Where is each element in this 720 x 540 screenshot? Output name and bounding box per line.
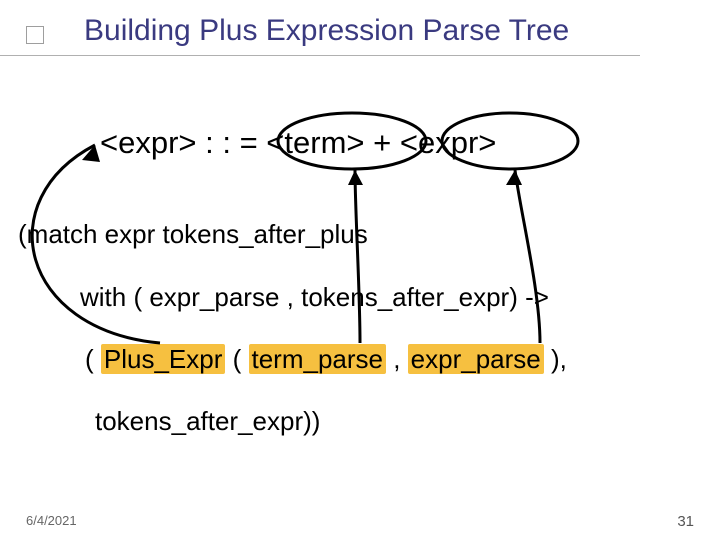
l3-close: ), [544, 344, 567, 374]
grammar-term: <term> [266, 125, 364, 160]
slide-title: Building Plus Expression Parse Tree [84, 14, 569, 47]
highlight-plus-expr: Plus_Expr [101, 344, 226, 374]
l3-sep1: ( [225, 344, 248, 374]
footer-date: 6/4/2021 [26, 513, 77, 528]
code-line-4: tokens_after_expr)) [95, 406, 320, 437]
highlight-term-parse: term_parse [249, 344, 387, 374]
grammar-op: : : = [197, 125, 267, 160]
annotation-overlay [0, 0, 720, 540]
l3-sep2: , [386, 344, 408, 374]
arrow-termparse-to-term [355, 170, 360, 343]
l3-open: ( [85, 344, 101, 374]
footer-page-number: 31 [677, 513, 694, 530]
code-line-2: with ( expr_parse , tokens_after_expr) -… [80, 282, 549, 313]
arrow-head-icon [348, 170, 363, 185]
code-line-1: (match expr tokens_after_plus [18, 219, 368, 250]
arrow-head-icon [82, 145, 100, 162]
arrow-exprparse-to-expr [515, 170, 540, 343]
grammar-plus: + [365, 125, 400, 160]
grammar-rhs: <expr> [400, 125, 497, 160]
title-bar: Building Plus Expression Parse Tree [0, 14, 720, 47]
title-underline [0, 55, 640, 56]
slide: Building Plus Expression Parse Tree <exp… [0, 0, 720, 540]
grammar-rule: <expr> : : = <term> + <expr> [100, 125, 496, 161]
highlight-expr-parse: expr_parse [408, 344, 544, 374]
arrow-head-icon [506, 170, 522, 185]
code-line-3: ( Plus_Expr ( term_parse , expr_parse ), [85, 344, 567, 375]
bullet-square-icon [26, 26, 44, 44]
grammar-lhs: <expr> [100, 125, 197, 160]
